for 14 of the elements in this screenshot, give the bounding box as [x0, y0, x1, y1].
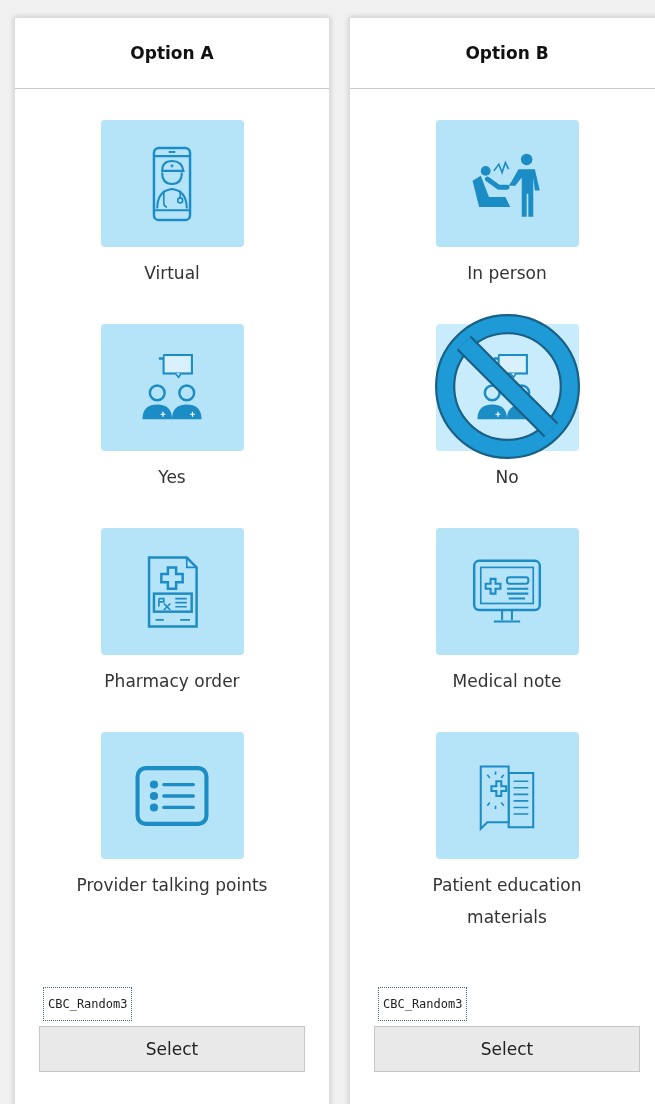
- attribute-label: Provider talking points: [75, 874, 269, 897]
- code-label: CBC_Random3: [378, 987, 468, 1021]
- attribute-label: Pharmacy order: [103, 670, 241, 693]
- attribute-label: Patient education materials: [431, 874, 583, 929]
- option-title: Option A: [130, 43, 214, 63]
- code-label: CBC_Random3: [43, 987, 133, 1021]
- attribute-label: Yes: [157, 466, 187, 489]
- attribute-label: Virtual: [143, 262, 201, 285]
- attribute-label: No: [494, 466, 520, 489]
- attribute-label: Medical note: [451, 670, 563, 693]
- attribute-label: In person: [466, 262, 548, 285]
- select-button[interactable]: Select: [39, 1026, 305, 1072]
- option-title: Option B: [465, 43, 549, 63]
- select-button[interactable]: Select: [374, 1026, 640, 1072]
